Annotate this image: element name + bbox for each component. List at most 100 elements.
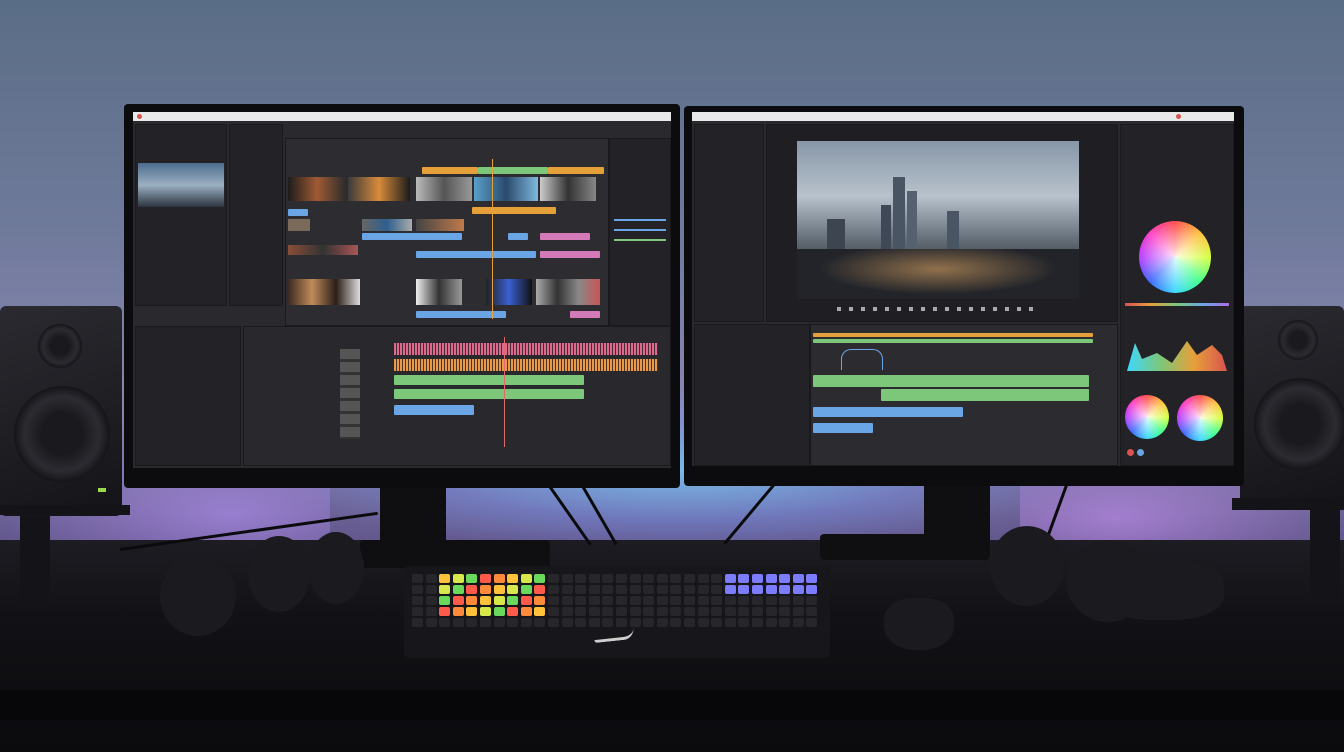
- keyboard-key[interactable]: [670, 618, 682, 627]
- keyboard-key[interactable]: [670, 607, 682, 616]
- slider[interactable]: [614, 239, 666, 241]
- timeline-clip[interactable]: [416, 251, 536, 258]
- keyboard-key[interactable]: [711, 574, 723, 583]
- keyboard-key[interactable]: [507, 618, 519, 627]
- keyboard-key[interactable]: [616, 574, 627, 583]
- keyboard-key[interactable]: [697, 607, 709, 616]
- keyboard-key[interactable]: [779, 574, 791, 583]
- keyboard-key[interactable]: [779, 585, 791, 594]
- keyboard-key[interactable]: [684, 618, 695, 627]
- keyboard-key[interactable]: [711, 618, 723, 627]
- keyboard-key[interactable]: [466, 596, 478, 605]
- keyboard-key[interactable]: [738, 607, 750, 616]
- keyboard-key[interactable]: [697, 618, 709, 627]
- keyboard-key[interactable]: [629, 607, 641, 616]
- timeline-clip[interactable]: [813, 339, 1093, 343]
- keyboard-key[interactable]: [779, 607, 791, 616]
- keyboard-key[interactable]: [752, 618, 763, 627]
- color-dot[interactable]: [1127, 449, 1134, 456]
- keyboard-key[interactable]: [548, 596, 559, 605]
- keyboard-key[interactable]: [711, 596, 723, 605]
- keyboard-key[interactable]: [724, 596, 736, 605]
- audio-clip[interactable]: [813, 407, 963, 417]
- keyboard-key[interactable]: [575, 585, 587, 594]
- timeline-clip[interactable]: [362, 233, 462, 240]
- keyboard-key[interactable]: [602, 585, 614, 594]
- audio-clip[interactable]: [394, 389, 584, 399]
- keyboard-key[interactable]: [466, 585, 478, 594]
- audio-clip[interactable]: [813, 423, 873, 433]
- keyboard-key[interactable]: [752, 596, 763, 605]
- timeline-clip[interactable]: [472, 207, 556, 214]
- keyboard-key[interactable]: [684, 596, 695, 605]
- keyboard-key[interactable]: [425, 618, 437, 627]
- keyboard-key[interactable]: [602, 618, 614, 627]
- keyboard-key[interactable]: [480, 596, 491, 605]
- keyboard-key[interactable]: [452, 585, 464, 594]
- keyboard-key[interactable]: [806, 618, 818, 627]
- keyboard-key[interactable]: [806, 585, 818, 594]
- keyboard-key[interactable]: [752, 585, 763, 594]
- keyboard-key[interactable]: [738, 574, 750, 583]
- audio-clip[interactable]: [394, 375, 584, 385]
- keyboard-key[interactable]: [439, 607, 451, 616]
- keyboard-key[interactable]: [534, 596, 546, 605]
- keyboard-key[interactable]: [588, 574, 600, 583]
- keyboard-key[interactable]: [466, 574, 478, 583]
- keyboard-key[interactable]: [765, 607, 777, 616]
- keyboard-key[interactable]: [670, 574, 682, 583]
- keyboard-key[interactable]: [452, 574, 464, 583]
- keyboard-key[interactable]: [670, 596, 682, 605]
- keyboard-key[interactable]: [439, 618, 451, 627]
- keyboard-key[interactable]: [480, 607, 491, 616]
- playhead[interactable]: [504, 337, 505, 447]
- keyboard-key[interactable]: [412, 618, 423, 627]
- keyboard-key[interactable]: [806, 574, 818, 583]
- transport-controls[interactable]: [837, 307, 1037, 311]
- keyboard-key[interactable]: [779, 618, 791, 627]
- keyboard-key[interactable]: [493, 607, 505, 616]
- keyboard-key[interactable]: [520, 585, 532, 594]
- keyboard-key[interactable]: [656, 596, 668, 605]
- keyboard-key[interactable]: [588, 618, 600, 627]
- keyboard-key[interactable]: [629, 618, 641, 627]
- keyboard-key[interactable]: [548, 618, 559, 627]
- keyboard-key[interactable]: [561, 596, 573, 605]
- keyboard-key[interactable]: [507, 574, 519, 583]
- color-wheel[interactable]: [1139, 221, 1211, 293]
- keyboard-key[interactable]: [697, 585, 709, 594]
- keyboard-key[interactable]: [466, 607, 478, 616]
- keyboard-key[interactable]: [480, 618, 491, 627]
- timeline-clip[interactable]: [422, 167, 478, 174]
- keyboard-key[interactable]: [656, 618, 668, 627]
- keyboard-key[interactable]: [412, 607, 423, 616]
- keyboard-key[interactable]: [534, 607, 546, 616]
- keyboard-key[interactable]: [588, 607, 600, 616]
- slider[interactable]: [614, 219, 666, 221]
- keyboard-key[interactable]: [439, 574, 451, 583]
- keyboard-key[interactable]: [684, 585, 695, 594]
- timeline-clip[interactable]: [548, 167, 604, 174]
- keyboard-key[interactable]: [412, 585, 423, 594]
- keyboard-key[interactable]: [534, 574, 546, 583]
- keyboard-key[interactable]: [534, 585, 546, 594]
- keyboard-key[interactable]: [806, 596, 818, 605]
- keyboard-key[interactable]: [724, 585, 736, 594]
- audio-clip[interactable]: [394, 405, 474, 415]
- keyboard-key[interactable]: [452, 607, 464, 616]
- keyboard-key[interactable]: [806, 607, 818, 616]
- keyboard[interactable]: [404, 566, 830, 658]
- mouse[interactable]: [884, 598, 954, 650]
- keyboard-key[interactable]: [412, 596, 423, 605]
- keyboard-key[interactable]: [493, 585, 505, 594]
- keyboard-key[interactable]: [765, 618, 777, 627]
- color-wheel[interactable]: [1177, 395, 1223, 441]
- keyboard-key[interactable]: [425, 596, 437, 605]
- keyboard-key[interactable]: [575, 596, 587, 605]
- keyboard-key[interactable]: [520, 618, 532, 627]
- keyboard-key[interactable]: [738, 618, 750, 627]
- keyboard-key[interactable]: [752, 607, 763, 616]
- keyboard-key[interactable]: [493, 596, 505, 605]
- keyboard-key[interactable]: [602, 596, 614, 605]
- keyboard-key[interactable]: [412, 574, 423, 583]
